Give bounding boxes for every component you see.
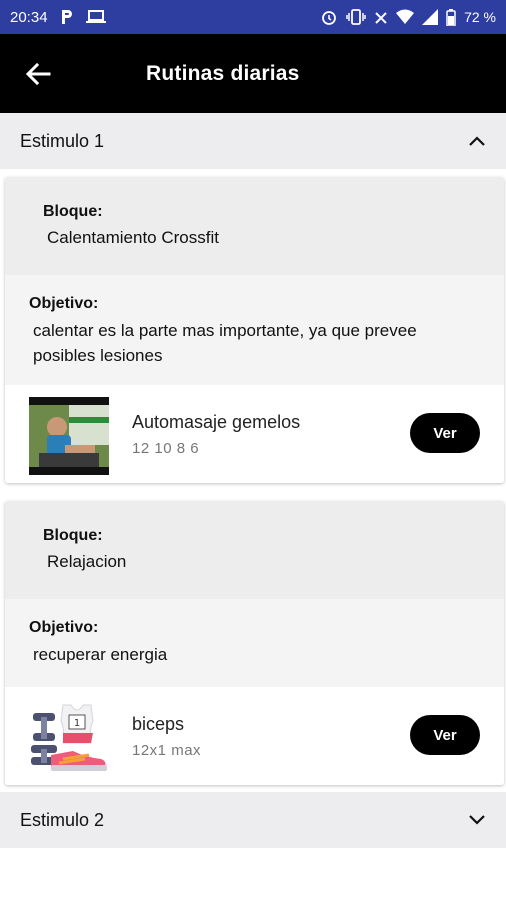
stimulus-title: Estimulo 1 [20,130,105,151]
status-bar: 20:34 72 % [0,0,506,34]
back-button[interactable] [22,58,54,90]
alarm-icon [320,8,338,26]
battery-percent: 72 % [464,9,496,25]
p-icon [60,9,74,25]
battery-icon [446,8,456,26]
wifi-icon [396,9,415,25]
video-thumbnail [29,397,109,475]
block-card-1: Bloque: Calentamiento Crossfit Objetivo:… [5,177,504,483]
status-left: 20:34 [10,9,106,26]
exercise-detail: 12 10 8 6 [132,440,200,457]
exercise-row[interactable]: Automasaje gemelos 12 10 8 6 Ver [5,385,504,483]
bloque-section: Bloque: Relajacion [5,501,504,599]
stimulus-header-2[interactable]: Estimulo 2 [0,792,506,848]
objetivo-value: calentar es la parte mas importante, ya … [33,321,417,365]
app-bar: Rutinas diarias [0,34,506,113]
bloque-label: Bloque: [43,527,103,544]
ver-button[interactable]: Ver [410,715,480,755]
bloque-value: Relajacion [47,552,127,571]
ver-button[interactable]: Ver [410,413,480,453]
arrow-left-icon [25,62,51,86]
content: Estimulo 1 Bloque: Calentamiento Crossfi… [0,113,506,900]
stimulus-header-1[interactable]: Estimulo 1 [0,113,506,169]
bloque-section: Bloque: Calentamiento Crossfit [5,177,504,275]
laptop-icon [85,10,106,24]
signal-icon [374,9,388,25]
objetivo-section: Objetivo: recuperar energia [5,599,504,687]
cell-signal-icon [422,9,439,25]
svg-text:1: 1 [74,718,80,729]
exercise-detail: 12x1 max [132,742,202,759]
status-right: 72 % [320,8,496,26]
block-card-2: Bloque: Relajacion Objetivo: recuperar e… [5,501,504,785]
exercise-name: biceps [132,714,185,734]
objetivo-value: recuperar energia [33,645,168,664]
page-title: Rutinas diarias [146,62,300,85]
gym-icon: 1 [29,699,109,777]
objetivo-label: Objetivo: [29,295,99,312]
chevron-down-icon [468,814,486,826]
bloque-label: Bloque: [43,203,103,220]
bloque-value: Calentamiento Crossfit [47,228,219,247]
chevron-up-icon [468,135,486,147]
exercise-row[interactable]: 1 biceps 12x1 max Ver [5,687,504,785]
stimulus-title: Estimulo 2 [20,809,105,830]
objetivo-section: Objetivo: calentar es la parte mas impor… [5,275,504,385]
objetivo-label: Objetivo: [29,619,99,636]
status-time: 20:34 [10,8,48,26]
exercise-name: Automasaje gemelos [132,412,301,432]
vibrate-icon [346,9,366,25]
